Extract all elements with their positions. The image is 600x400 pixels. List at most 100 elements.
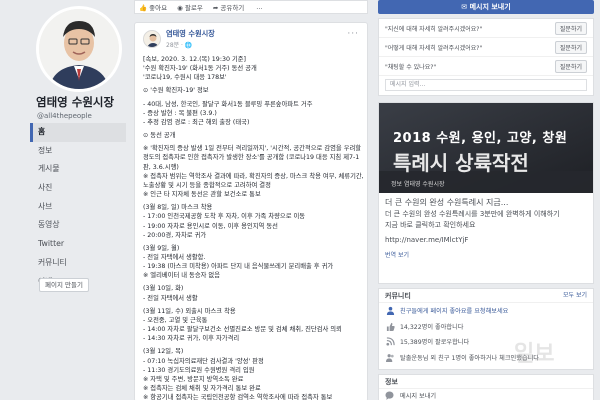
post-line: (3월 8일, 일) 마스크 착용 [143, 204, 213, 212]
post-line: '코로나19, 수원시 대응 178보' [143, 74, 227, 82]
author-photo-icon [144, 31, 160, 47]
info-row[interactable]: 메시지 보내기 [379, 389, 593, 400]
messenger-icon: ✉ [461, 3, 468, 11]
more-options-button[interactable]: ... [256, 3, 262, 11]
banner-caption: 정보 염태영 수원시장 [391, 181, 445, 188]
sidebar-item-twitter[interactable]: Twitter [30, 235, 126, 254]
sidebar-item-community[interactable]: 커뮤니티 [30, 254, 126, 273]
message-input[interactable]: 메시지 입력... [385, 79, 587, 91]
sidebar-item-4[interactable]: 사브 [30, 198, 126, 217]
sidebar-item-videos[interactable]: 동영상 [30, 216, 126, 235]
post-line: (3월 11일, 수) 외출시 마스크 착용 [143, 307, 236, 315]
community-row-text: 탈출운동님 외 친구 1명이 좋아하거나 체크인했습니다 [400, 354, 540, 362]
share-page-button[interactable]: ➦ 공유하기 [213, 2, 244, 12]
post-line: (3월 9일, 월) [143, 244, 180, 252]
community-row[interactable]: 탈출운동님 외 친구 1명이 좋아하거나 체크인했습니다 [379, 350, 593, 366]
create-page-button[interactable]: 페이지 만들기 [39, 278, 89, 292]
community-row[interactable]: 친구들에게 페이지 좋아요를 요청해보세요 [379, 303, 593, 319]
sidebar-item-photos[interactable]: 사진 [30, 179, 126, 198]
right-sidebar: ✉ 메시지 보내기 "지신에 대해 자세히 알려주시겠어요?" 질문하기 "어떻… [374, 0, 600, 400]
thumbs-up-icon: 👍 [139, 4, 148, 12]
like-page-button[interactable]: 👍 좋아요 [139, 2, 167, 12]
follow-icon [385, 337, 395, 347]
question-row: "지신에 대해 자세히 알려주시겠어요?" 질문하기 [379, 19, 593, 38]
post-line: [속보, 2020. 3. 12.(목) 19:30 기준] [143, 56, 246, 63]
profile-picture[interactable] [36, 6, 122, 92]
community-row-text: 친구들에게 페이지 좋아요를 요청해보세요 [400, 308, 509, 316]
post-line: (3월 10일, 화) [143, 285, 184, 293]
post-line: '수원 확진자-19' (화서1동 거주) 동선 공개 [143, 65, 257, 73]
post-line: ※ 자택 및 주변, 방문지 방역소독 완료 [143, 375, 244, 383]
promo-banner-image[interactable]: 2018 수원, 용인, 고양, 창원 특례시 상륙작전 정보 염태영 수원시장 [379, 103, 593, 193]
post-line: ⊙ '수원 확진자-19' 정보 [143, 87, 209, 95]
see-translation-link[interactable]: 번역 보기 [385, 250, 589, 259]
profile-photo-icon [39, 9, 119, 89]
question-row: "채팅할 수 있나요?" 질문하기 [379, 57, 593, 76]
send-message-label: 메시지 보내기 [469, 3, 511, 11]
banner-headline: 2018 수원, 용인, 고양, 창원 [393, 131, 568, 146]
post-line: - 19:38 (마스크 미착용) 아파트 단지 내 음식물쓰레기 분리배출 후… [143, 263, 334, 271]
post-line: - 20:00경, 자차로 귀가 [143, 231, 207, 239]
promo-text: 더 큰 수원의 완성 수원특례시 지금... 더 큰 수원의 완성 수원특례시를… [385, 197, 589, 259]
follow-page-label: 팔로우 [184, 4, 203, 12]
promo-title[interactable]: 더 큰 수원의 완성 수원특례시 지금... [385, 197, 589, 208]
post-header: 염태영 수원시장 28분 · 🌐 [143, 29, 215, 49]
promo-description: 더 큰 수원의 완성 수원특례시를 3분만에 완벽하게 이해하기 [385, 210, 560, 218]
community-panel: 커뮤니티 모두 보기 친구들에게 페이지 좋아요를 요청해보세요 14,322명… [378, 288, 594, 370]
promo-card[interactable]: 2018 수원, 용인, 고양, 창원 특례시 상륙작전 정보 염태영 수원시장… [378, 102, 594, 284]
post-line: - 오전중, 고열 및 근육통 [143, 316, 208, 324]
post-line: (3월 12일, 목) [143, 348, 184, 356]
rss-icon: ◉ [177, 4, 183, 12]
see-all-link[interactable]: 모두 보기 [563, 289, 587, 302]
post-line: - 전일 자택에서 생활 [143, 294, 198, 302]
question-text: "채팅할 수 있나요?" [385, 63, 437, 71]
page-handle[interactable]: @all4thepeople [37, 112, 92, 120]
banner-title: 특례시 상륙작전 [393, 151, 529, 175]
info-header: 정보 [379, 375, 593, 389]
post-line: ※ 접촉자 범위는 역학조사 결과에 따라, 확진자의 증상, 마스크 착용 여… [143, 172, 364, 189]
messenger-icon [385, 390, 395, 400]
ask-question-button[interactable]: 질문하기 [554, 59, 587, 73]
post-line: ※ 항공기내 접촉자는 국립인천공항 검역소 역학조사에 따라 접촉자 통보 [143, 394, 333, 400]
post-line: - 40대, 남성, 한국인, 팔달구 화서1동 블루밍 푸른숲아파트 거주 [143, 100, 313, 108]
sidebar-item-about[interactable]: 정보 [30, 142, 126, 161]
info-title: 정보 [385, 378, 398, 386]
post-timestamp[interactable]: 28분 · 🌐 [166, 40, 215, 49]
community-row: 14,322명이 좋아합니다 [379, 319, 593, 335]
post-line: ⊙ 동선 공개 [143, 132, 176, 140]
sidebar-item-home[interactable]: 홈 [30, 123, 126, 142]
post-line: ※ 엘리베이터 내 동승자 없음 [143, 272, 221, 280]
post-author-avatar[interactable] [143, 30, 161, 48]
post-line: - 19:00 자차로 용인시로 이동, 이후 용인지역 동선 [143, 222, 278, 230]
follow-page-button[interactable]: ◉ 팔로우 [177, 2, 203, 12]
post-line: - 14:00 자차로 팔달구보건소 선별진료소 방문 및 검체 채취, 진단검… [143, 326, 342, 334]
post-line: - 07:10 녹십자의료재단 검사결과 '양성' 판정 [143, 357, 264, 365]
post-author-name[interactable]: 염태영 수원시장 [166, 29, 215, 39]
post-line: ※ '확진자의 증상 발생 1일 전부터 격리일까지', '시간적, 공간적으로… [143, 145, 362, 171]
friends-icon [385, 352, 395, 362]
post-line: - 추정 감염 경로 : 최근 해외 출장 (태국) [143, 118, 250, 126]
share-page-label: 공유하기 [220, 4, 245, 12]
share-icon: ➦ [212, 4, 219, 12]
promo-cta-text: 지금 바로 클릭하고 확인하세요 [385, 221, 476, 229]
sidebar-item-posts[interactable]: 게시물 [30, 160, 126, 179]
post-menu-icon[interactable]: ··· [347, 29, 359, 39]
send-message-button[interactable]: ✉ 메시지 보내기 [378, 0, 594, 14]
page-sidebar: 염태영 수원시장 @all4thepeople 홈 정보 게시물 사진 사브 동… [0, 0, 128, 400]
post-line: - 증상 발현 : 목 불편 (3.9.) [143, 109, 217, 117]
sidebar-nav: 홈 정보 게시물 사진 사브 동영상 Twitter 커뮤니티 이벤트 [30, 123, 126, 291]
ask-question-button[interactable]: 질문하기 [554, 21, 587, 35]
invite-friends-icon [385, 306, 395, 316]
info-panel: 정보 메시지 보내기 [378, 374, 594, 400]
post-line: - 14:30 자차로 귀가, 이후 자가격리 [143, 335, 240, 343]
like-page-label: 좋아요 [149, 4, 168, 12]
post-line: - 전일 자택에서 생활함. [143, 253, 206, 261]
promo-link[interactable]: http://naver.me/IMlctYjF [385, 235, 589, 246]
ask-question-button[interactable]: 질문하기 [554, 40, 587, 54]
like-icon [385, 321, 395, 331]
community-header: 커뮤니티 모두 보기 [379, 289, 593, 303]
post-line: - 17:00 인천국제공항 도착 후 자차, 이후 가족 차량으로 이동 [143, 213, 306, 221]
timeline: 👍 좋아요 ◉ 팔로우 ➦ 공유하기 ... 염태영 수원시장 28분 · 🌐 … [134, 0, 368, 400]
page-action-bar: 👍 좋아요 ◉ 팔로우 ➦ 공유하기 ... [134, 0, 368, 14]
post-card: 염태영 수원시장 28분 · 🌐 ··· [속보, 2020. 3. 12.(목… [134, 22, 368, 400]
